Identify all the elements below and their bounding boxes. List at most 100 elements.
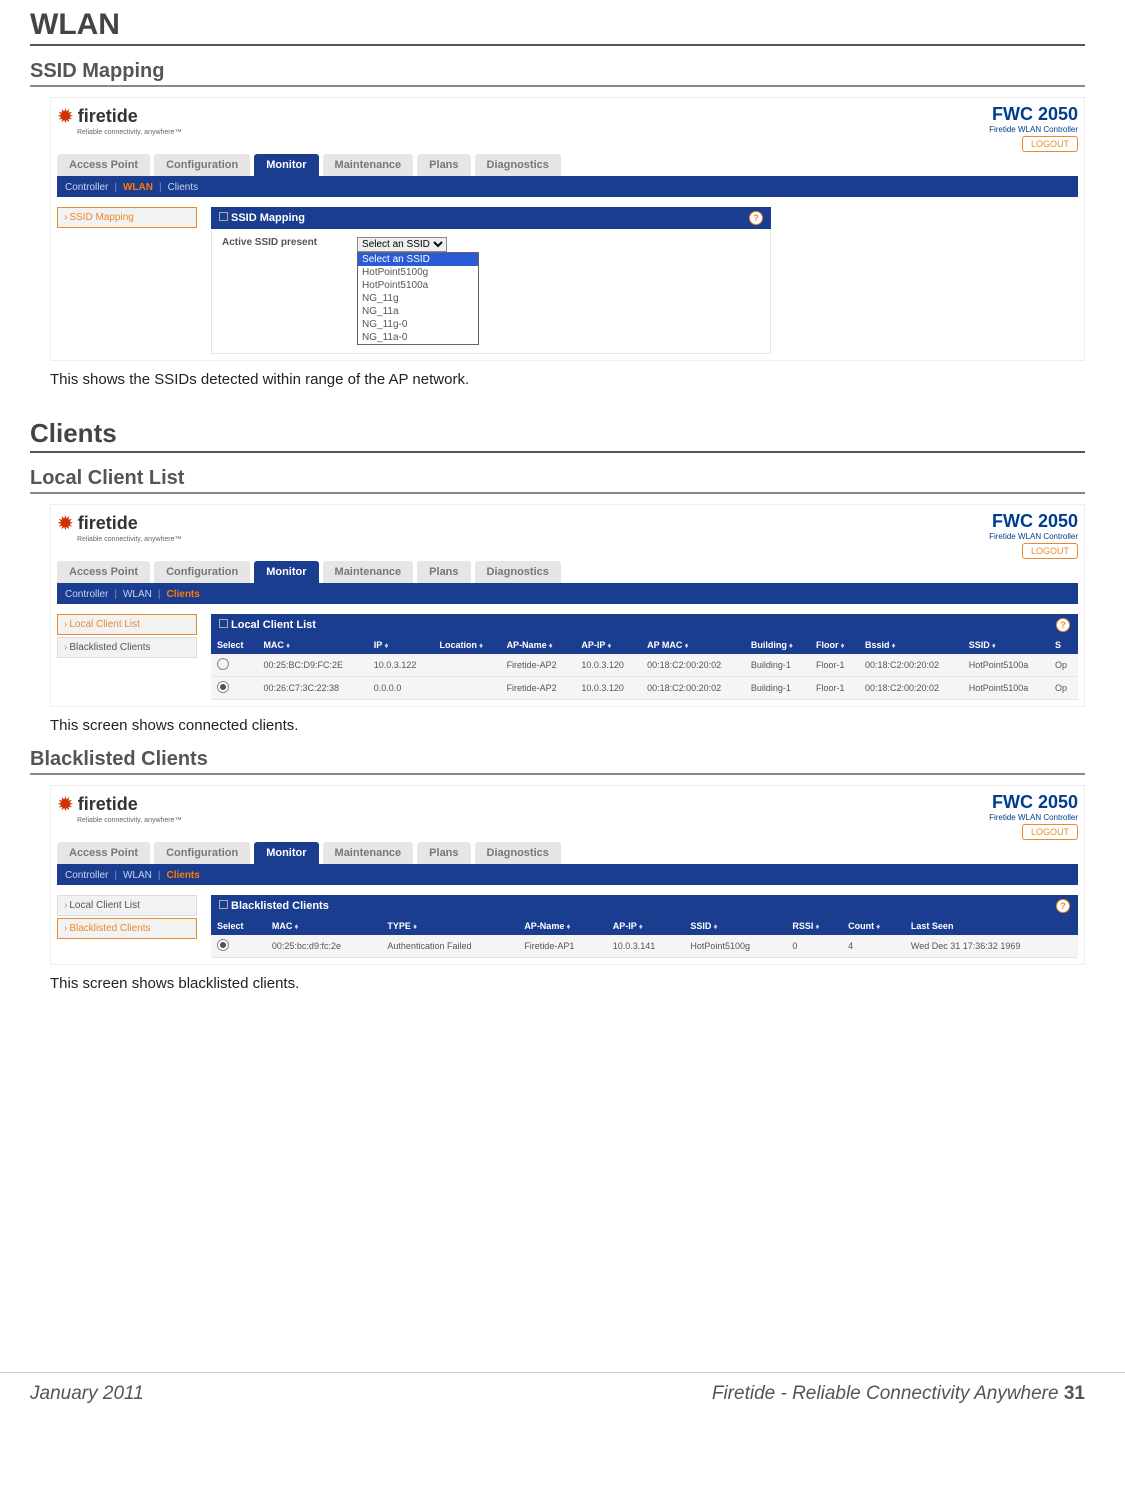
product-title: FWC 2050 (989, 511, 1078, 532)
subtab-controller[interactable]: Controller (65, 182, 108, 193)
col-count[interactable]: Count♦ (842, 917, 905, 935)
col-location[interactable]: Location♦ (434, 636, 501, 654)
col-ap-mac[interactable]: AP MAC♦ (641, 636, 745, 654)
col-ap-ip[interactable]: AP-IP♦ (575, 636, 641, 654)
tab-plans[interactable]: Plans (417, 154, 470, 176)
tab-maintenance[interactable]: Maintenance (323, 154, 414, 176)
cell-type: Authentication Failed (381, 935, 518, 958)
help-icon[interactable]: ? (749, 211, 763, 225)
help-icon[interactable]: ? (1056, 618, 1070, 632)
tab-monitor[interactable]: Monitor (254, 842, 318, 864)
table-row: 00:25:bc:d9:fc:2e Authentication Failed … (211, 935, 1078, 958)
cell-bssid: 00:18:C2:00:20:02 (859, 677, 963, 700)
sidebar-item-blacklisted[interactable]: ›Blacklisted Clients (57, 918, 197, 939)
sort-icon: ♦ (384, 641, 388, 650)
logout-button[interactable]: LOGOUT (1022, 824, 1078, 840)
subtab-clients[interactable]: Clients (166, 589, 199, 600)
cell-ap-name: Firetide-AP2 (501, 654, 576, 677)
row-select-radio[interactable] (217, 658, 229, 670)
ssid-option[interactable]: NG_11g (358, 292, 478, 305)
tab-maintenance[interactable]: Maintenance (323, 561, 414, 583)
sidebar-item-local-clients[interactable]: ›Local Client List (57, 895, 197, 916)
subtab-wlan[interactable]: WLAN (123, 589, 152, 600)
help-icon[interactable]: ? (1056, 899, 1070, 913)
tab-plans[interactable]: Plans (417, 561, 470, 583)
col-building[interactable]: Building♦ (745, 636, 810, 654)
col-ssid[interactable]: SSID♦ (684, 917, 786, 935)
ssid-select[interactable]: Select an SSID (357, 237, 447, 252)
col-ip[interactable]: IP♦ (368, 636, 434, 654)
col-type[interactable]: TYPE♦ (381, 917, 518, 935)
logout-button[interactable]: LOGOUT (1022, 136, 1078, 152)
col-select[interactable]: Select (211, 636, 257, 654)
tab-plans[interactable]: Plans (417, 842, 470, 864)
flame-icon: ✹ (57, 792, 74, 817)
subtab-controller[interactable]: Controller (65, 870, 108, 881)
collapse-icon[interactable] (219, 900, 228, 909)
sort-icon: ♦ (286, 641, 290, 650)
cell-ap-name: Firetide-AP1 (518, 935, 606, 958)
col-select[interactable]: Select (211, 917, 266, 935)
tab-monitor[interactable]: Monitor (254, 154, 318, 176)
subtab-clients[interactable]: Clients (166, 870, 199, 881)
sort-icon: ♦ (713, 922, 717, 931)
brand-tagline: Reliable connectivity, anywhere™ (77, 817, 182, 824)
tab-access-point[interactable]: Access Point (57, 842, 150, 864)
col-ap-name[interactable]: AP-Name♦ (518, 917, 606, 935)
col-status[interactable]: S (1049, 636, 1078, 654)
ssid-option[interactable]: NG_11g-0 (358, 318, 478, 331)
tab-access-point[interactable]: Access Point (57, 154, 150, 176)
col-ap-ip[interactable]: AP-IP♦ (607, 917, 685, 935)
cell-ssid: HotPoint5100a (963, 677, 1049, 700)
product-subtitle: Firetide WLAN Controller (989, 532, 1078, 541)
brand-tagline: Reliable connectivity, anywhere™ (77, 129, 182, 136)
screenshot-local-client-list: ✹firetideReliable connectivity, anywhere… (50, 504, 1085, 707)
row-select-radio[interactable] (217, 681, 229, 693)
sidebar-item-blacklisted[interactable]: ›Blacklisted Clients (57, 637, 197, 658)
subsection-blacklisted-clients: Blacklisted Clients (30, 748, 1085, 775)
tab-access-point[interactable]: Access Point (57, 561, 150, 583)
sidebar-item-local-clients[interactable]: ›Local Client List (57, 614, 197, 635)
col-mac[interactable]: MAC♦ (257, 636, 367, 654)
caption-ssid: This shows the SSIDs detected within ran… (50, 371, 1085, 388)
tab-configuration[interactable]: Configuration (154, 842, 250, 864)
ssid-option[interactable]: HotPoint5100g (358, 266, 478, 279)
tab-configuration[interactable]: Configuration (154, 561, 250, 583)
ssid-option[interactable]: NG_11a-0 (358, 331, 478, 344)
sidebar-item-ssid-mapping[interactable]: ›SSID Mapping (57, 207, 197, 228)
blacklisted-client-table: Select MAC♦ TYPE♦ AP-Name♦ AP-IP♦ SSID♦ … (211, 917, 1078, 958)
collapse-icon[interactable] (219, 212, 228, 221)
ssid-option[interactable]: Select an SSID (358, 253, 478, 266)
ssid-option[interactable]: HotPoint5100a (358, 279, 478, 292)
sort-icon: ♦ (607, 641, 611, 650)
ssid-option[interactable]: NG_11a (358, 305, 478, 318)
cell-building: Building-1 (745, 654, 810, 677)
col-rssi[interactable]: RSSI♦ (786, 917, 842, 935)
subtab-clients[interactable]: Clients (168, 182, 199, 193)
tab-maintenance[interactable]: Maintenance (323, 842, 414, 864)
tab-diagnostics[interactable]: Diagnostics (475, 842, 561, 864)
col-bssid[interactable]: Bssid♦ (859, 636, 963, 654)
brand-name: firetide (78, 794, 138, 815)
page-number: 31 (1064, 1383, 1085, 1404)
subtab-wlan[interactable]: WLAN (123, 870, 152, 881)
row-select-radio[interactable] (217, 939, 229, 951)
logout-button[interactable]: LOGOUT (1022, 543, 1078, 559)
tab-configuration[interactable]: Configuration (154, 154, 250, 176)
col-floor[interactable]: Floor♦ (810, 636, 859, 654)
col-ssid[interactable]: SSID♦ (963, 636, 1049, 654)
col-mac[interactable]: MAC♦ (266, 917, 382, 935)
tab-diagnostics[interactable]: Diagnostics (475, 154, 561, 176)
col-ap-name[interactable]: AP-Name♦ (501, 636, 576, 654)
cell-ap-ip: 10.0.3.120 (575, 677, 641, 700)
tab-diagnostics[interactable]: Diagnostics (475, 561, 561, 583)
cell-rssi: 0 (786, 935, 842, 958)
panel-title: SSID Mapping (231, 212, 305, 224)
subtab-controller[interactable]: Controller (65, 589, 108, 600)
sort-icon: ♦ (992, 641, 996, 650)
col-last-seen[interactable]: Last Seen (905, 917, 1078, 935)
subtab-wlan[interactable]: WLAN (123, 182, 153, 193)
collapse-icon[interactable] (219, 619, 228, 628)
tab-monitor[interactable]: Monitor (254, 561, 318, 583)
sort-icon: ♦ (684, 641, 688, 650)
